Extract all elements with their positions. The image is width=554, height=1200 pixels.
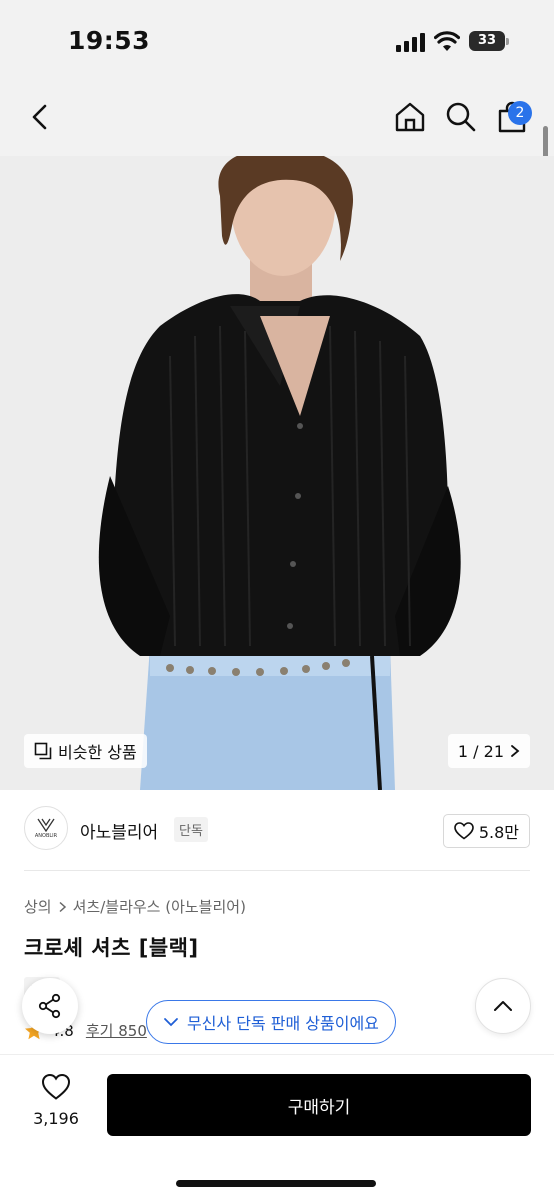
section-divider <box>24 870 530 871</box>
brand-like-button[interactable]: 5.8만 <box>442 814 530 848</box>
brand-like-count: 5.8만 <box>478 823 519 842</box>
similar-products-label: 비슷한 상품 <box>58 743 137 762</box>
cellular-signal-icon <box>396 33 425 52</box>
breadcrumb-item-subcategory[interactable]: 셔츠/블라우스 (아노블리어) <box>73 896 246 917</box>
model-photo <box>0 156 554 790</box>
exclusive-sale-toast-label: 무신사 단독 판매 상품이에요 <box>187 1014 379 1033</box>
wishlist-count: 3,196 <box>33 1109 79 1128</box>
status-bar: 19:53 33 <box>0 0 554 80</box>
similar-products-button[interactable]: 비슷한 상품 <box>24 734 147 768</box>
battery-icon: 33 <box>469 31 509 51</box>
wishlist-button[interactable]: 3,196 <box>24 1073 88 1128</box>
brand-logo[interactable]: ANOBLIR <box>24 806 68 850</box>
scroll-to-top-button[interactable] <box>475 978 531 1034</box>
breadcrumb-item-category[interactable]: 상의 <box>24 896 52 917</box>
search-icon[interactable] <box>444 100 478 134</box>
heart-outline-icon <box>41 1073 71 1100</box>
chevron-right-icon <box>511 745 520 757</box>
back-chevron-icon[interactable] <box>24 100 58 134</box>
heart-outline-icon <box>454 822 474 840</box>
image-pager[interactable]: 1 / 21 <box>447 734 530 768</box>
share-button[interactable] <box>22 978 78 1034</box>
brand-exclusive-tag: 단독 <box>174 817 208 842</box>
share-icon <box>38 993 61 1019</box>
breadcrumb: 상의 셔츠/블라우스 (아노블리어) <box>24 896 246 917</box>
brand-name[interactable]: 아노블리어 <box>80 818 158 843</box>
home-icon[interactable] <box>393 100 427 134</box>
cart-count-badge: 2 <box>508 101 532 125</box>
brand-logo-text: ANOBLIR <box>34 832 58 839</box>
brand-emblem-icon <box>37 818 55 832</box>
status-time: 19:53 <box>68 26 151 55</box>
similar-items-icon <box>34 742 52 760</box>
wifi-icon <box>434 31 460 51</box>
battery-percent: 33 <box>477 33 497 48</box>
image-pager-label: 1 / 21 <box>457 741 504 761</box>
exclusive-sale-toast[interactable]: 무신사 단독 판매 상품이에요 <box>146 1000 396 1044</box>
chevron-up-icon <box>494 1001 512 1011</box>
brand-row: ANOBLIR 아노블리어 단독 5.8만 <box>24 806 530 854</box>
top-nav-bar <box>0 80 554 156</box>
review-count-link[interactable]: 후기 850 <box>86 1020 147 1041</box>
home-indicator[interactable] <box>176 1180 376 1187</box>
buy-button[interactable]: 구매하기 <box>107 1074 531 1136</box>
product-image[interactable]: 비슷한 상품 1 / 21 <box>0 156 554 790</box>
product-title: 크로셰 셔츠 [블랙] <box>24 936 199 960</box>
bottom-purchase-bar: 3,196 구매하기 <box>0 1054 554 1200</box>
chevron-down-icon <box>164 1018 178 1027</box>
chevron-right-icon <box>59 901 66 912</box>
